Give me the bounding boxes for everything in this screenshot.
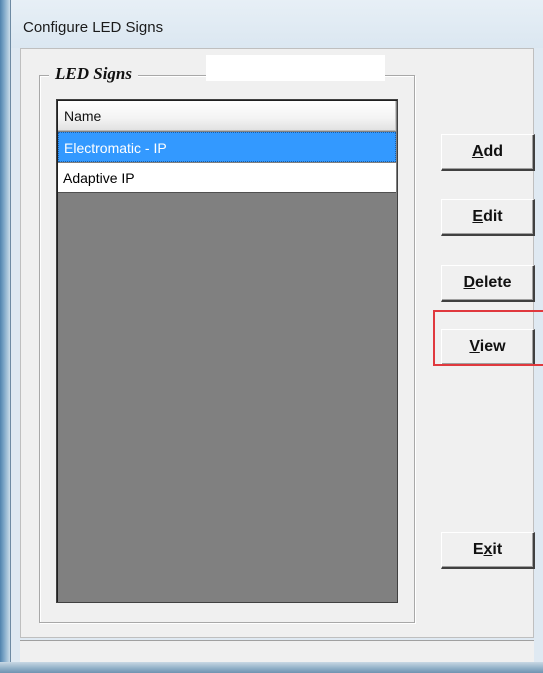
list-item-adaptive-ip[interactable]: Adaptive IP xyxy=(58,163,396,193)
configure-led-signs-window: Configure LED Signs LED Signs Name Elect… xyxy=(10,0,543,662)
delete-button[interactable]: Delete xyxy=(441,265,535,302)
status-bar xyxy=(20,640,534,662)
led-signs-group-label: LED Signs xyxy=(49,64,138,84)
led-signs-list[interactable]: Name Electromatic - IP Adaptive IP xyxy=(56,99,398,603)
list-item-label: Adaptive IP xyxy=(63,170,135,186)
list-item-electromatic-ip[interactable]: Electromatic - IP xyxy=(58,132,396,162)
add-button[interactable]: Add xyxy=(441,134,535,171)
list-item-label: Electromatic - IP xyxy=(64,140,167,156)
window-frame-bottom xyxy=(0,662,543,673)
view-button[interactable]: View xyxy=(441,329,535,366)
legend-blank-area xyxy=(206,55,385,81)
title-bar[interactable]: Configure LED Signs xyxy=(11,0,543,48)
dialog-client-area: LED Signs Name Electromatic - IP Adaptiv… xyxy=(20,48,543,638)
edit-button[interactable]: Edit xyxy=(441,199,535,236)
column-header-label: Name xyxy=(64,108,102,124)
exit-button[interactable]: Exit xyxy=(441,532,535,569)
window-title: Configure LED Signs xyxy=(23,19,164,36)
column-header-name[interactable]: Name xyxy=(58,101,396,131)
